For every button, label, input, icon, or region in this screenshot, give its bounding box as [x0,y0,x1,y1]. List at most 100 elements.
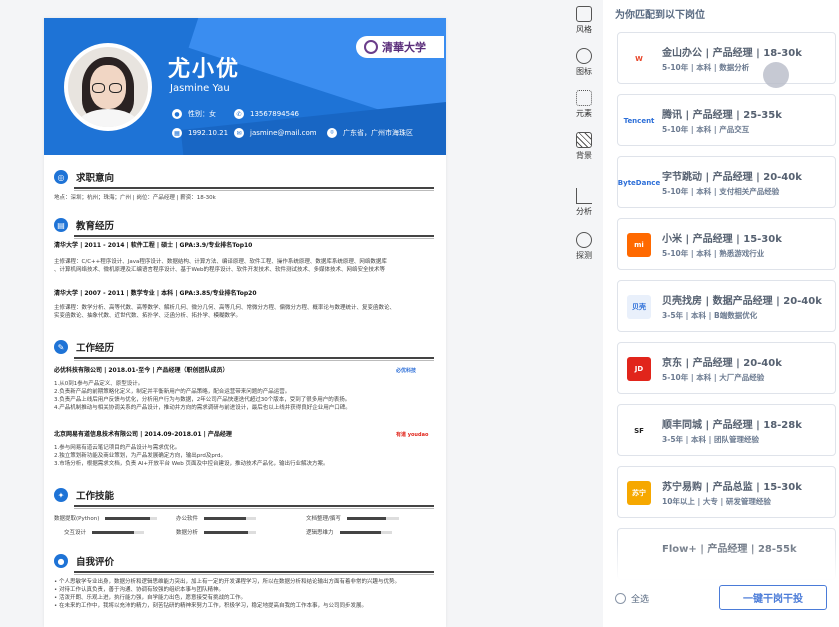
section-work: ✎ 工作经历 [54,340,434,361]
background-icon [576,132,592,148]
job-title: 小米 | 产品经理 | 15-30k [662,234,782,245]
bar-chart-icon [576,188,592,204]
select-all-checkbox[interactable]: 全选 [615,592,649,605]
company-logo-icon: 贝壳 [627,295,651,319]
job-title: 苏宁易购 | 产品总监 | 15-30k [662,482,802,493]
self-line: • 活泼开朗、乐观上进，执行能力强，自学能力出色，愿意接受有挑战的工作。 [54,595,246,601]
job-card[interactable]: mi 小米 | 产品经理 | 15-30k 5-10年 | 本科 | 熟悉游戏行业 [617,218,836,270]
edu-line: 实变函数论、抽象代数、近世代数、拓扑学、泛函分析、拓扑学、模糊数学。 [54,313,242,319]
skill-bar [204,530,257,534]
mouse-cursor [763,62,789,88]
mail-icon: ✉ [234,128,244,138]
calendar-icon: ▦ [172,128,182,138]
phone-info: ✆ 13567894546 [234,109,299,119]
job-match-panel: 为你匹配到以下岗位 W 金山办公 | 产品经理 | 18-30k 5-10年 | 本… [603,0,839,627]
job-card[interactable]: 贝壳 贝壳找房 | 数据产品经理 | 20-40k 3-5年 | 本科 | B端数据… [617,280,836,332]
skill-item: 文档整理/撰写 [306,514,399,522]
work-line: 4.产品机制推动与相关协调关系的产品设计，推动并方向的需求调研与前进设计，最后也… [54,405,351,411]
work-line: 2.负责新产品的前期策略化定义，制定并平衡新用户的产品策略，配合运营带来问题的产… [54,389,291,395]
crosshair-icon [576,232,592,248]
job-title: 顺丰同城 | 产品经理 | 18-28k [662,420,802,431]
skill-item: 数据分析 [176,528,257,536]
resume-name: 尤小优 [168,57,241,82]
skill-item: 数据提取(Python) [54,514,158,522]
job-requirements: 5-10年 | 本科 | 大厂产品经验 [662,373,765,382]
job-title: 腾讯 | 产品经理 | 25-35k [662,110,782,121]
skill-item: 交互设计 [64,528,145,536]
job-card[interactable]: Tencent 腾讯 | 产品经理 | 25-35k 5-10年 | 本科 | 产品… [617,94,836,146]
job-title: 京东 | 产品经理 | 20-40k [662,358,782,369]
job-title: 金山办公 | 产品经理 | 18-30k [662,48,802,59]
job-card[interactable]: SF 顺丰同城 | 产品经理 | 18-28k 3-5年 | 本科 | 团队管理经验 [617,404,836,456]
radio-circle-icon [615,593,626,604]
work-head: 必优科技有限公司 | 2018.01-至今 | 产品经理（职创团队成员） [54,367,229,374]
job-title: 贝壳找房 | 数据产品经理 | 20-40k [662,296,822,307]
job-card[interactable]: 苏宁 苏宁易购 | 产品总监 | 15-30k 10年以上 | 大专 | 研发管理经… [617,466,836,518]
phone-icon: ✆ [234,109,244,119]
one-click-apply-button[interactable]: 一键干岗干投 [719,585,827,610]
tool-background[interactable]: 背景 [565,132,603,161]
job-requirements: 10年以上 | 大专 | 研发管理经验 [662,497,771,506]
skill-bar [92,530,145,534]
layout-icon [576,6,592,22]
job-card[interactable]: JD 京东 | 产品经理 | 20-40k 5-10年 | 本科 | 大厂产品经验 [617,342,836,394]
tool-detect[interactable]: 探测 [565,232,603,261]
resume-english-name: Jasmine Yau [170,83,230,94]
resume-preview: 清華大学 尤小优 Jasmine Yau ● 性别：女 ✆ 13567894546 … [44,18,446,627]
work-line: 1.从0到1参与产品定义、原型设计。 [54,381,144,387]
company-logo-icon: Tencent [624,109,654,133]
skill-bar [339,530,392,534]
tool-element[interactable]: 元素 [565,90,603,119]
seal-icon [364,40,378,54]
target-icon: ◎ [54,170,68,184]
self-line: • 在未来的工作中，我将以充沛的精力，刻苦钻研的精神来努力工作，积极学习，稳定地… [54,603,367,609]
smile-icon [576,48,592,64]
edu-line: 主修课程：数学分析、高等代数、高等数学、解析几何、微分几何、高等几何、常微分方程… [54,305,396,311]
job-requirements: 5-10年 | 本科 | 数据分析 [662,63,750,72]
location-icon: ⌾ [327,128,337,138]
university-name: 清華大学 [382,41,426,54]
work-line: 3.市场分析，根据需求文档，负责 AI+开放平台 Web 页面及中控台建设，推动… [54,461,329,467]
panel-title: 为你匹配到以下岗位 [615,10,705,21]
avatar [64,43,152,131]
section-skills: ✦ 工作技能 [54,488,434,509]
elements-icon [576,90,592,106]
work-line: 3.负责产品上线后用户反馈与优化，分析用户行为与数据，2年公司产品快速迭代超过3… [54,397,351,403]
job-requirements: 5-10年 | 本科 | 支付相关产品经验 [662,187,780,196]
work-line: 1.参与网易有道云笔记项目的产品设计与需求优化。 [54,445,181,451]
job-card[interactable]: W 金山办公 | 产品经理 | 18-30k 5-10年 | 本科 | 数据分析 [617,32,836,84]
edu-head: 清华大学 | 2007 - 2011 | 数学专业 | 本科 | GPA:3.8… [54,290,257,297]
skill-bar [204,516,257,520]
email-info: ✉ jasmine@mail.com [234,128,317,138]
skill-item: 办公软件 [176,514,257,522]
company-logo-icon: SF [627,419,651,443]
company-logo-icon: mi [627,233,651,257]
resume-header: 清華大学 尤小优 Jasmine Yau ● 性别：女 ✆ 13567894546 … [44,18,446,155]
company-logo: 有道 youdao [396,432,429,438]
address-info: ⌾ 广东省，广州市海珠区 [327,128,413,138]
section-education: ▤ 教育经历 [54,218,434,239]
bulb-icon: ✦ [54,488,68,502]
tool-analysis[interactable]: 分析 [565,188,603,217]
job-requirements: 5-10年 | 本科 | 产品交互 [662,125,750,134]
tool-style[interactable]: 风格 [565,6,603,35]
skill-bar [105,516,158,520]
user-icon: ● [172,109,182,119]
pen-icon: ✎ [54,340,68,354]
edu-line: 主修课程：C/C++程序设计、Java程序设计、数据结构、计算方法、编译原理、软… [54,259,387,265]
intent-line: 地点：深圳；杭州；珠海；广州 | 岗位：产品经理 | 薪资：18-30k [54,195,216,201]
company-logo-icon: JD [627,357,651,381]
book-icon: ▤ [54,218,68,232]
edu-line: 、计算机网络技术、微机原理及汇编语言程序设计、基于Web的程序设计、软件开发技术… [54,267,385,273]
tool-icon[interactable]: 图标 [565,48,603,77]
skill-item: 逻辑思维力 [306,528,392,536]
job-card[interactable]: ByteDance 字节跳动 | 产品经理 | 20-40k 5-10年 | 本科 … [617,156,836,208]
section-intent: ◎ 求职意向 [54,170,434,191]
tool-sidebar: 风格 图标 元素 背景 分析 探测 [565,0,603,627]
job-requirements: 3-5年 | 本科 | B端数据优化 [662,311,758,320]
job-title: 字节跳动 | 产品经理 | 20-40k [662,172,802,183]
gender-info: ● 性别：女 [172,109,216,119]
job-requirements: 3-5年 | 本科 | 团队管理经验 [662,435,759,444]
section-self: ● 自我评价 [54,554,434,575]
self-line: • 对待工作认真负责，善于沟通、协调有较强的组织本事与团队精神。 [54,587,224,593]
